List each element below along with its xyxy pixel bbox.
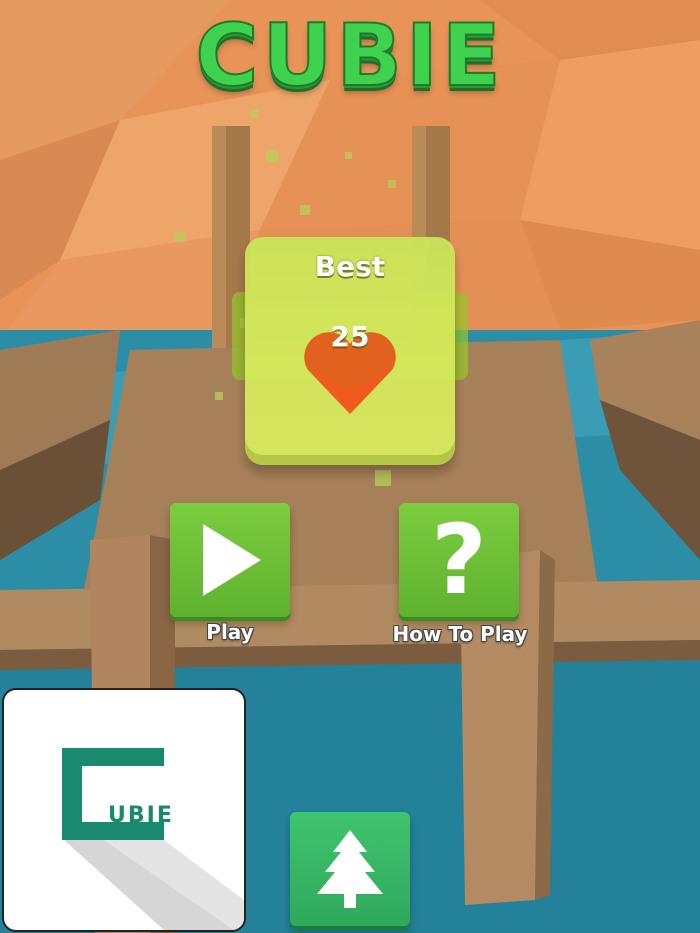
best-label: Best (314, 250, 386, 283)
best-score-value: 25 (330, 320, 370, 353)
question-mark-icon: ? (431, 504, 487, 616)
cubie-logo-text: UBIE (108, 803, 174, 828)
tree-icon (317, 830, 383, 908)
how-to-play-label: How To Play (392, 622, 528, 646)
how-to-play-button[interactable]: ? (399, 503, 519, 617)
game-title: CUBIE (194, 5, 505, 107)
play-label: Play (206, 620, 254, 644)
tree-button[interactable] (290, 812, 410, 926)
play-button[interactable] (170, 503, 290, 617)
play-triangle-icon (203, 524, 261, 596)
